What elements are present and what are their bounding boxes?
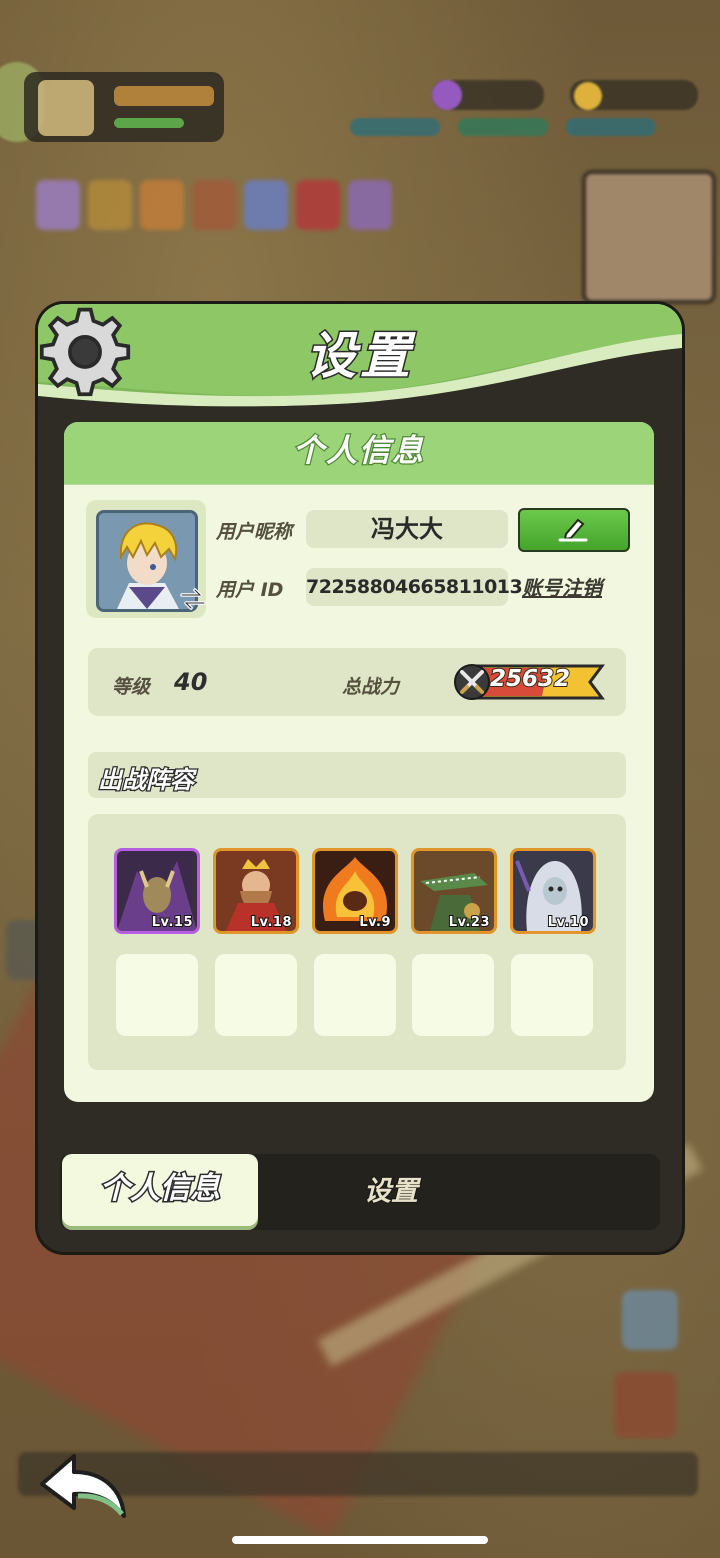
hero-level: Lv.23 (448, 914, 491, 931)
home-indicator[interactable] (232, 1536, 488, 1544)
dialog-header: 设置 (38, 304, 682, 414)
avatar[interactable] (86, 500, 206, 618)
level-label: 等级 (112, 676, 151, 698)
empty-hero-slot[interactable] (215, 954, 297, 1036)
dialog-tab-bar: 个人信息 设置 (60, 1154, 660, 1230)
hero-level: Lv.15 (151, 914, 194, 931)
background-minimap (582, 170, 716, 304)
background-resource (350, 118, 440, 136)
profile-section-title: 个人信息 (64, 422, 654, 485)
crossed-swords-icon (460, 670, 484, 694)
power-value: 25632 (489, 665, 571, 693)
hero-slot-3[interactable]: Lv.9 (312, 848, 398, 934)
team-title: 出战阵容 (97, 765, 196, 796)
level-value: 40 (174, 668, 208, 696)
empty-hero-slot[interactable] (412, 954, 494, 1036)
nickname-label: 用户昵称 (216, 521, 293, 543)
background-side-button (614, 1372, 676, 1438)
edit-nickname-button[interactable] (518, 508, 630, 552)
background-resource (566, 118, 656, 136)
user-id-label: 用户 ID (216, 579, 284, 601)
hero-slot-4[interactable]: Lv.23 (411, 848, 497, 934)
pencil-icon (558, 518, 588, 542)
dialog-title: 设置 (305, 326, 414, 387)
background-side-button (622, 1290, 678, 1350)
empty-hero-slot[interactable] (511, 954, 593, 1036)
nickname-field: 冯大大 (306, 510, 508, 548)
account-deletion-link[interactable]: 账号注销 (522, 572, 602, 601)
background-gem-counter (432, 80, 544, 110)
user-id-field: 72258804665811013 (306, 568, 523, 606)
background-player-card (24, 72, 224, 142)
back-arrow-icon[interactable] (38, 1450, 130, 1522)
swap-arrows-icon (180, 588, 206, 610)
background-activity-icons (36, 180, 392, 230)
empty-hero-slot[interactable] (116, 954, 198, 1036)
empty-hero-slot[interactable] (314, 954, 396, 1036)
hero-slot-5[interactable]: Lv.10 (510, 848, 596, 934)
team-header: 出战阵容 (88, 752, 626, 798)
tab-settings[interactable]: 设置 (316, 1168, 466, 1216)
background-resource (458, 118, 548, 136)
team-lineup: Lv.15 Lv.18 Lv.9 Lv.23 Lv.10 (88, 814, 626, 1070)
hero-slot-2[interactable]: Lv.18 (213, 848, 299, 934)
stats-row: 等级 40 总战力 25632 (88, 648, 626, 716)
hero-level: Lv.18 (250, 914, 293, 931)
hero-slot-1[interactable]: Lv.15 (114, 848, 200, 934)
background-gold-counter (570, 80, 698, 110)
profile-panel: 个人信息 用户昵称 冯大大 用户 ID 72258804665811013 账号… (64, 422, 654, 1102)
settings-dialog: 设置 个人信息 用户昵称 冯大大 用户 ID 72258804665811013… (38, 304, 682, 1252)
hero-level: Lv.9 (358, 914, 391, 931)
hero-level: Lv.10 (547, 914, 590, 931)
power-label: 总战力 (342, 676, 400, 698)
tab-profile[interactable]: 个人信息 (62, 1154, 258, 1226)
